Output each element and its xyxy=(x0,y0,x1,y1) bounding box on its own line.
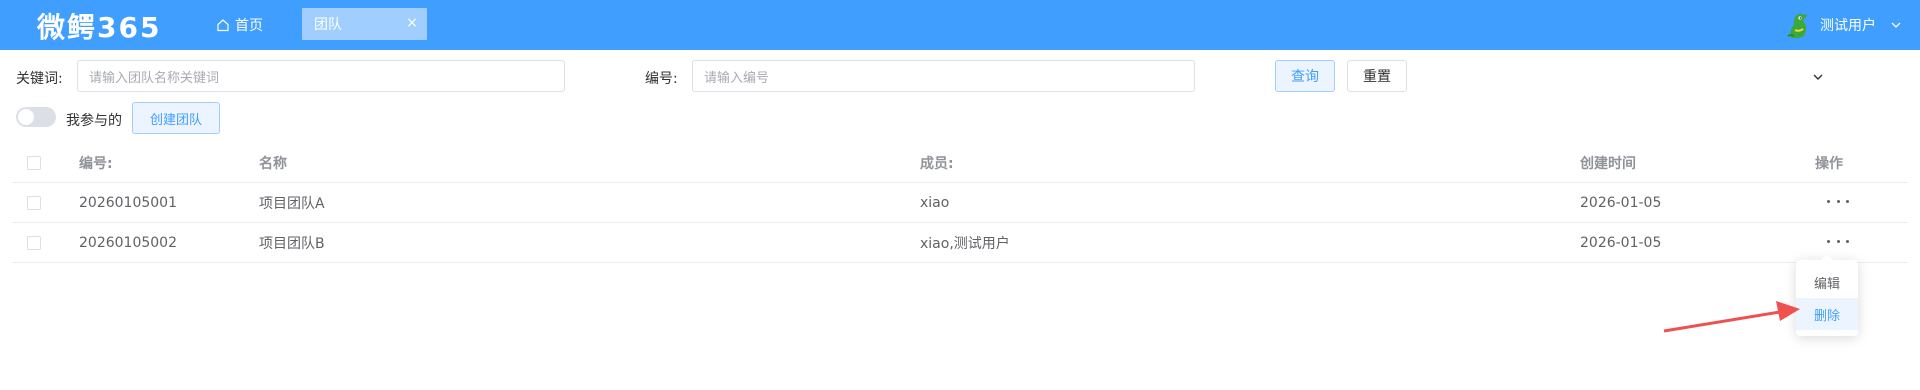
app-logo[interactable]: 微鳄365 xyxy=(37,6,161,46)
column-header-created: 创建时间 xyxy=(1580,156,1636,172)
table-header-row: 编号: 名称 成员: 创建时间 操作 xyxy=(12,143,1908,183)
select-all-checkbox[interactable] xyxy=(27,156,41,170)
user-name: 测试用户 xyxy=(1820,18,1876,34)
nav-home-label: 首页 xyxy=(235,18,263,34)
keyword-placeholder: 请输入团队名称关键词 xyxy=(89,70,220,86)
avatar xyxy=(1784,10,1814,40)
table-row: 20260105002 项目团队B xiao,测试用户 2026-01-05 xyxy=(12,223,1908,263)
dropdown-item-delete[interactable]: 删除 xyxy=(1796,298,1858,330)
tab-team-label: 团队 xyxy=(314,17,342,33)
column-header-members: 成员: xyxy=(920,156,954,172)
query-button[interactable]: 查询 xyxy=(1275,60,1335,92)
toggle-knob xyxy=(18,109,34,125)
column-header-actions: 操作 xyxy=(1815,156,1843,172)
chevron-down-icon[interactable] xyxy=(1890,19,1902,31)
participating-toggle[interactable] xyxy=(16,107,56,127)
cell-members: xiao xyxy=(920,195,950,211)
row-actions-dropdown: 编辑 删除 xyxy=(1796,254,1858,336)
cell-name: 项目团队A xyxy=(259,196,325,212)
nav-home[interactable]: 首页 xyxy=(216,0,263,50)
table-row: 20260105001 项目团队A xiao 2026-01-05 xyxy=(12,183,1908,223)
tab-team[interactable]: 团队 × xyxy=(302,8,427,40)
keyword-input[interactable]: 请输入团队名称关键词 xyxy=(77,60,565,92)
reset-button[interactable]: 重置 xyxy=(1347,60,1407,92)
code-placeholder: 请输入编号 xyxy=(704,70,770,86)
user-menu[interactable]: 测试用户 xyxy=(1784,0,1902,50)
participating-label: 我参与的 xyxy=(66,113,122,129)
dropdown-arrow xyxy=(1821,254,1833,260)
row-checkbox[interactable] xyxy=(27,196,41,210)
more-icon[interactable] xyxy=(1827,235,1849,247)
code-label: 编号: xyxy=(645,71,678,87)
code-input[interactable]: 请输入编号 xyxy=(692,60,1195,92)
home-icon xyxy=(217,19,229,32)
cell-created: 2026-01-05 xyxy=(1580,195,1662,211)
row-checkbox[interactable] xyxy=(27,236,41,250)
cell-name: 项目团队B xyxy=(259,236,325,252)
avatar-icon xyxy=(1787,13,1807,38)
cell-code: 20260105001 xyxy=(79,195,177,211)
keyword-label: 关键词: xyxy=(16,71,63,87)
more-icon[interactable] xyxy=(1827,195,1849,207)
create-team-button[interactable]: 创建团队 xyxy=(132,102,220,134)
top-header: 微鳄365 首页 团队 × 测试用户 xyxy=(0,0,1920,50)
cell-members: xiao,测试用户 xyxy=(920,236,1010,252)
close-icon[interactable]: × xyxy=(405,16,419,30)
dropdown-item-edit[interactable]: 编辑 xyxy=(1796,266,1858,298)
column-header-name: 名称 xyxy=(259,156,287,172)
column-header-code: 编号: xyxy=(79,156,113,172)
cell-code: 20260105002 xyxy=(79,235,177,251)
cell-created: 2026-01-05 xyxy=(1580,235,1662,251)
chevron-down-icon[interactable] xyxy=(1811,70,1825,84)
